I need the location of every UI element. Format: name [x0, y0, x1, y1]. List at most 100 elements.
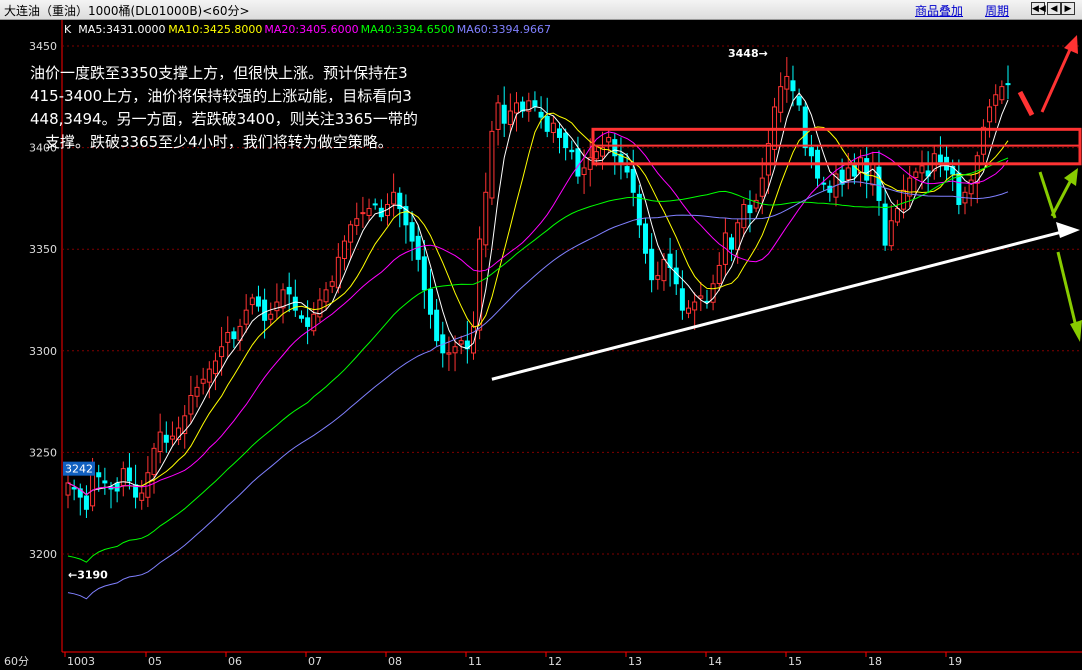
analysis-line-1: 油价一度跌至3350支撑上方，但很快上涨。预计保持在3 [30, 64, 408, 82]
candle-body [987, 106, 993, 123]
low-price-label: ←3190 [68, 568, 108, 581]
green-down-arrowhead [1070, 320, 1082, 342]
candle-body [765, 143, 771, 176]
title-bar: 大连油（重油）1000桶(DL01000B)<60分> 商品叠加 周期 ◀◀ ◀… [0, 0, 1082, 20]
legend-item: MA5:3431.0000 [78, 23, 165, 36]
candle-body [802, 106, 808, 149]
candle-body [329, 281, 335, 287]
candle-body [643, 223, 649, 254]
period-label: 60分 [4, 655, 29, 668]
candle-body [655, 275, 661, 280]
candle-body [298, 315, 304, 319]
candle-body [532, 100, 538, 108]
x-tick-label: 11 [468, 655, 482, 668]
candle-body [870, 163, 876, 186]
candle-body [968, 179, 974, 195]
candle-body [286, 286, 292, 295]
candle-body [219, 346, 225, 358]
candle-body [624, 166, 630, 173]
candle-body [575, 148, 581, 177]
candle-body [489, 130, 495, 199]
candle-body [194, 386, 200, 397]
candle-body [790, 80, 796, 92]
candle-body [231, 331, 237, 340]
left-arrow-icon[interactable]: ◀ [1047, 2, 1061, 15]
candle-body [421, 256, 427, 291]
candle-body [206, 368, 212, 383]
x-tick-label: 07 [308, 655, 322, 668]
candle-body [305, 317, 311, 327]
candle-body [360, 212, 366, 215]
candle-body [212, 360, 218, 375]
candle-body [458, 340, 464, 345]
candle-body [882, 203, 888, 246]
candle-body [255, 296, 261, 307]
candle-body [513, 102, 519, 114]
candle-body [249, 297, 255, 306]
candle-body [796, 96, 802, 106]
ma-legend: K MA5:3431.0000 MA10:3425.8000 MA20:3405.60… [64, 23, 551, 36]
candle-body [126, 467, 132, 482]
analysis-line-2: 415-3400上方，油价将保持较强的上涨动能，目标看向3 [30, 87, 412, 105]
candle-body [630, 168, 636, 193]
candle-body [550, 122, 556, 134]
candle-body [759, 177, 765, 197]
candle-body [581, 167, 587, 175]
window-title: 大连油（重油）1000桶(DL01000B)<60分> [4, 4, 250, 18]
candle-body [83, 495, 89, 510]
candle-body [606, 136, 612, 143]
candle-body [735, 222, 741, 251]
candle-body [483, 191, 489, 246]
legend-item: MA10:3425.8000 [168, 23, 262, 36]
candle-body [919, 165, 925, 174]
candle-body [169, 435, 175, 440]
candle-body [993, 94, 999, 106]
y-tick-label: 3200 [29, 548, 57, 561]
candle-body [507, 110, 513, 125]
candle-body [200, 378, 206, 384]
candle-body [747, 204, 753, 214]
candle-body [151, 447, 157, 476]
candle-body [225, 332, 231, 343]
x-tick-label: 08 [388, 655, 402, 668]
candle-body [102, 480, 108, 484]
analysis-line-4: 支撑。跌破3365至少4小时，我们将转为做空策略。 [45, 133, 393, 151]
candle-body [372, 203, 378, 206]
support-trendline [491, 229, 1067, 381]
candle-body [821, 182, 827, 185]
candle-body [876, 166, 882, 201]
overlay-button[interactable]: 商品叠加 [915, 2, 963, 19]
high-price-label: 3448→ [728, 47, 768, 60]
y-tick-label: 3350 [29, 243, 57, 256]
candle-body [335, 256, 341, 289]
candle-body [446, 352, 452, 355]
candle-body [452, 346, 458, 354]
candle-body [188, 395, 194, 415]
analysis-line-3: 448,3494。另一方面，若跌破3400，则关注3365一带的 [30, 110, 418, 128]
candle-body [538, 111, 544, 118]
left-arrows-icon[interactable]: ◀◀ [1031, 2, 1046, 15]
candle-body [409, 222, 415, 242]
candle-body [120, 468, 126, 486]
candle-body [427, 288, 433, 315]
x-tick-label: 15 [788, 655, 802, 668]
candle-body [274, 301, 280, 312]
candle-body [268, 313, 274, 320]
legend-item: K [64, 23, 72, 36]
candle-body [323, 289, 329, 303]
candle-body [692, 301, 698, 311]
legend-item: MA20:3405.6000 [264, 23, 358, 36]
candle-body [808, 147, 814, 157]
right-arrow-icon[interactable]: ▶ [1061, 2, 1075, 15]
candle-body [661, 258, 667, 282]
candle-body [894, 208, 900, 223]
candle-body [563, 132, 569, 149]
candle-body [729, 237, 735, 250]
candle-body [65, 482, 71, 496]
candle-body [686, 307, 692, 314]
period-button[interactable]: 周期 [985, 2, 1009, 19]
candle-body [163, 434, 169, 443]
candle-body [569, 149, 575, 153]
candle-body [96, 472, 102, 478]
y-tick-label: 3450 [29, 40, 57, 53]
